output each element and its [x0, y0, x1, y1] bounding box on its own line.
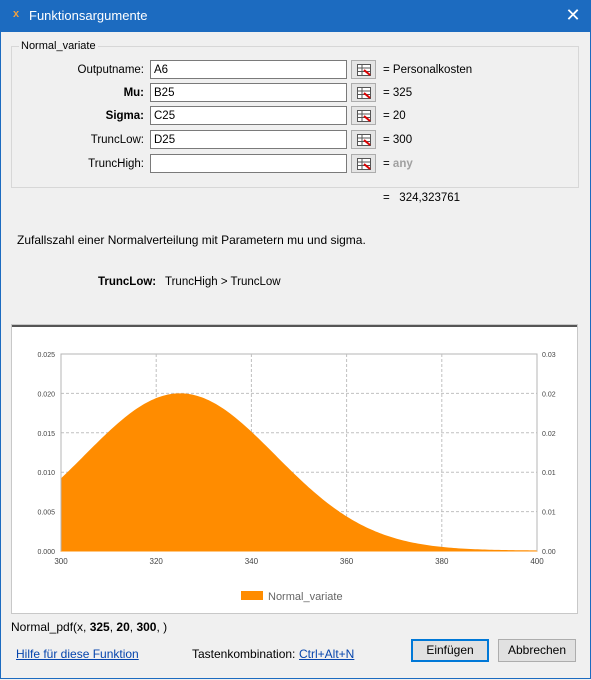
window-title: Funktionsargumente — [29, 8, 148, 23]
x-tick-label: 340 — [245, 557, 259, 566]
title-bar: x Funktionsargumente ✕ — [0, 0, 591, 32]
y-tick-label-right: 0.00 — [542, 549, 556, 556]
range-select-icon — [357, 87, 371, 99]
range-select-icon — [357, 110, 371, 122]
x-tick-label: 360 — [340, 557, 354, 566]
x-tick-label: 400 — [530, 557, 544, 566]
legend-swatch — [241, 591, 263, 600]
y-tick-label-right: 0.03 — [542, 352, 556, 359]
formula-mu: 325 — [89, 620, 110, 634]
formula-sigma: 20 — [116, 620, 130, 634]
shortcut-link[interactable]: Ctrl+Alt+N — [299, 647, 354, 661]
shortcut-label: Tastenkombination: — [192, 647, 296, 661]
trunchigh-input[interactable] — [150, 154, 347, 173]
formula-preview: Normal_pdf(x, 325, 20, 300, ) — [11, 620, 167, 634]
trunchigh-result: = any — [383, 158, 413, 170]
formula-prefix: Normal_pdf(x, — [11, 620, 90, 634]
sigma-input[interactable] — [150, 106, 347, 125]
insert-button[interactable]: Einfügen — [411, 639, 489, 662]
x-tick-label: 320 — [150, 557, 164, 566]
mu-result: = 325 — [383, 87, 413, 99]
formula-suffix: , ) — [156, 620, 168, 634]
trunclow-result: = 300 — [383, 134, 413, 146]
y-tick-label-right: 0.02 — [542, 431, 556, 438]
y-tick-label-left: 0.025 — [37, 352, 55, 359]
mu-input[interactable] — [150, 83, 347, 102]
sigma-ref-button[interactable] — [351, 106, 376, 125]
range-select-icon — [357, 64, 371, 76]
range-select-icon — [357, 158, 371, 170]
chart-area: 300 320 340 360 380 400 0.000 0.005 0.010 0.015 0.… — [11, 324, 578, 614]
y-tick-label-left: 0.000 — [37, 549, 55, 556]
y-tick-label-right: 0.01 — [542, 510, 556, 517]
pdf-chart: 300 320 340 360 380 400 0.000 0.005 0.010 0.015 0.… — [37, 352, 556, 603]
cancel-button[interactable]: Abbrechen — [498, 639, 576, 662]
trunchigh-result-eq: = — [383, 158, 393, 170]
function-result: = 324,323761 — [383, 192, 461, 204]
trunclow-input[interactable] — [150, 130, 347, 149]
y-tick-label-left: 0.020 — [37, 391, 55, 398]
function-description: Zufallszahl einer Normalverteilung mit P… — [17, 233, 366, 247]
outputname-ref-button[interactable] — [351, 60, 376, 79]
trunchigh-result-any: any — [392, 158, 413, 170]
outputname-input[interactable] — [150, 60, 347, 79]
y-tick-label-left: 0.010 — [37, 470, 55, 477]
y-tick-label-left: 0.005 — [37, 510, 55, 517]
arg-label-mu: Mu: — [123, 87, 144, 99]
current-arg-name: TruncLow: — [98, 276, 157, 288]
arg-label-outputname: Outputname: — [77, 64, 144, 76]
mu-ref-button[interactable] — [351, 83, 376, 102]
x-tick-label: 300 — [54, 557, 68, 566]
arg-label-sigma: Sigma: — [105, 110, 144, 122]
sigma-result: = 20 — [383, 110, 406, 122]
outputname-result: = Personalkosten — [383, 64, 473, 76]
arg-label-trunchigh: TruncHigh: — [88, 158, 144, 170]
trunchigh-ref-button[interactable] — [351, 154, 376, 173]
y-tick-label-right: 0.01 — [542, 470, 556, 477]
help-link[interactable]: Hilfe für diese Funktion — [16, 647, 139, 661]
close-icon[interactable]: ✕ — [560, 4, 586, 28]
current-arg-description: TruncHigh > TruncLow — [165, 276, 281, 288]
y-tick-label-left: 0.015 — [37, 431, 55, 438]
legend-label: Normal_variate — [268, 591, 343, 603]
trunclow-ref-button[interactable] — [351, 130, 376, 149]
formula-trunclow: 300 — [136, 620, 157, 634]
group-label: Normal_variate — [19, 40, 98, 52]
range-select-icon — [357, 134, 371, 146]
x-tick-label: 380 — [435, 557, 449, 566]
app-icon: x — [13, 8, 20, 20]
arg-label-trunclow: TruncLow: — [90, 134, 144, 146]
y-tick-label-right: 0.02 — [542, 391, 556, 398]
